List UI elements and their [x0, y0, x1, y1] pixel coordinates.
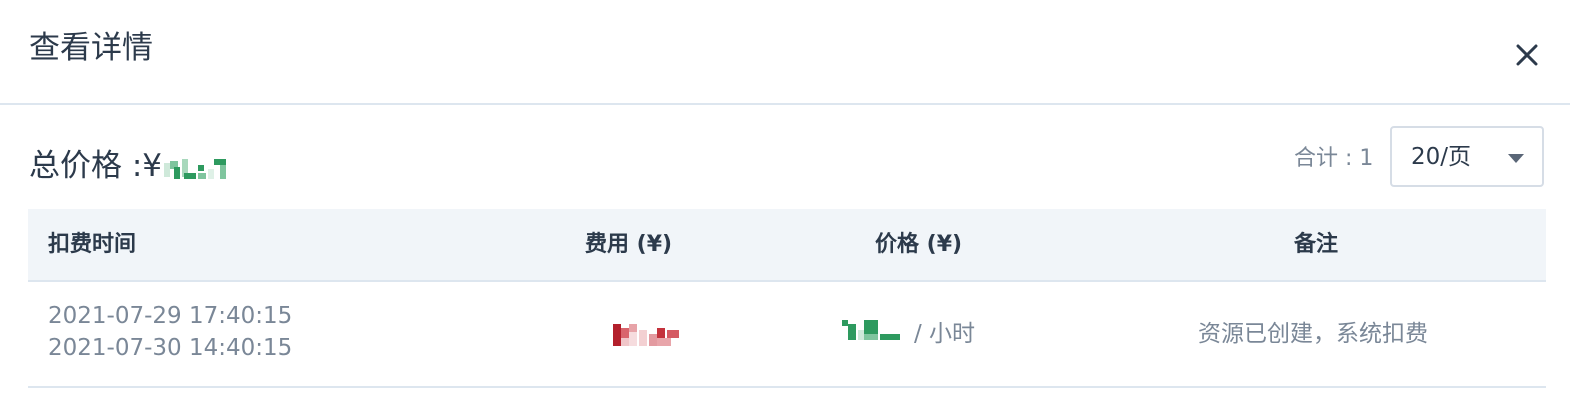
redacted-price	[842, 320, 900, 342]
page-size-value: 20/页	[1411, 144, 1472, 170]
total-count: 合计 : 1	[1294, 146, 1374, 171]
redacted-total-price	[164, 159, 230, 181]
total-price: 总价格 :¥	[29, 143, 230, 189]
close-icon	[1516, 44, 1538, 66]
time-end: 2021-07-30 14:40:15	[48, 335, 293, 361]
summary-row: 总价格 :¥ 合计 : 1 20/页	[0, 105, 1570, 209]
time-start: 2021-07-29 17:40:15	[48, 303, 293, 329]
column-header-remark: 备注	[1294, 232, 1339, 257]
price-unit: / 小时	[914, 321, 976, 347]
billing-table: 扣费时间 费用 (¥) 价格 (¥) 备注 2021-07-29 17:40:1…	[28, 209, 1546, 388]
column-header-price: 价格 (¥)	[875, 232, 963, 257]
detail-dialog: 查看详情 总价格 :¥ 合计 : 1 20/页 扣费时间 费用 (¥) 价格 (…	[0, 0, 1570, 408]
total-price-label: 总价格 :¥	[29, 148, 163, 184]
column-header-fee: 费用 (¥)	[585, 232, 673, 257]
dialog-header: 查看详情	[0, 0, 1570, 105]
page-size-select[interactable]: 20/页	[1390, 126, 1544, 187]
remark: 资源已创建，系统扣费	[1198, 321, 1428, 347]
caret-down-icon	[1508, 154, 1524, 163]
column-header-deduct-time: 扣费时间	[48, 232, 137, 257]
table-header: 扣费时间 费用 (¥) 价格 (¥) 备注	[28, 209, 1546, 282]
dialog-title: 查看详情	[29, 30, 153, 66]
table-row: 2021-07-29 17:40:15 2021-07-30 14:40:15	[28, 282, 1546, 388]
close-button[interactable]	[1510, 38, 1544, 72]
redacted-fee	[613, 324, 679, 346]
